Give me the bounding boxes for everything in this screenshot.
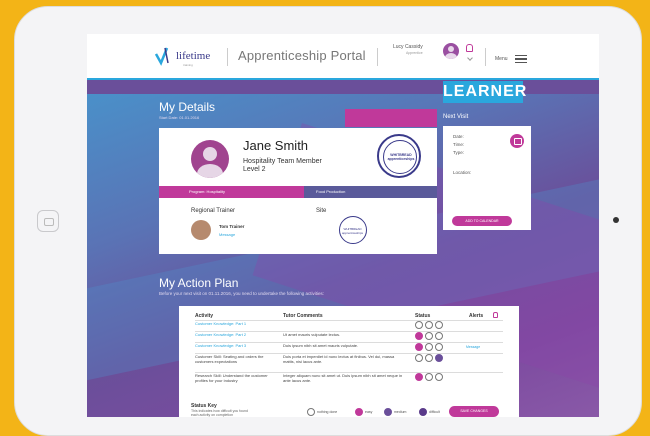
- details-card: Jane Smith Hospitality Team Member Level…: [159, 128, 437, 254]
- site-stamp-text: WHITBREAD apprenticeships: [341, 227, 363, 235]
- header-divider: [377, 48, 378, 66]
- activity-cell[interactable]: Customer Knowledge: Part 3: [195, 343, 277, 349]
- calendar-icon[interactable]: [510, 134, 524, 148]
- student-level: Level 2: [243, 166, 266, 173]
- program-label: Program: Hospitality: [189, 189, 226, 194]
- status-radio[interactable]: [425, 343, 433, 351]
- user-role: Apprentice: [406, 51, 423, 55]
- logo-subtext: training: [183, 63, 193, 67]
- header-divider: [227, 48, 228, 66]
- employer-logo-stamp: WHITBREAD apprenticeships: [377, 134, 421, 178]
- user-name: Lucy Cassidy: [393, 44, 423, 50]
- status-radio[interactable]: [435, 343, 443, 351]
- column-header-comments: Tutor Comments: [283, 313, 323, 319]
- site-title: Site: [316, 208, 327, 214]
- trainer-message-link[interactable]: Message: [219, 232, 235, 237]
- camera-dot: [613, 217, 619, 223]
- my-details-heading: My Details: [159, 100, 216, 114]
- table-row[interactable]: Customer Knowledge: Part 1: [179, 320, 519, 331]
- trainer-avatar: [191, 220, 211, 240]
- tablet-frame: lifetime training Apprenticeship Portal …: [14, 6, 642, 436]
- hamburger-menu-icon[interactable]: [515, 55, 527, 63]
- status-radio[interactable]: [415, 354, 423, 362]
- status-radio[interactable]: [415, 343, 423, 351]
- top-bar: lifetime training Apprenticeship Portal …: [87, 34, 599, 80]
- action-plan-heading: My Action Plan: [159, 276, 239, 290]
- notifications-bell-icon[interactable]: [466, 44, 473, 52]
- activity-cell: Research Skill: Understand the customer …: [195, 373, 268, 383]
- status-radio[interactable]: [425, 354, 433, 362]
- status-dot-darkpurple-icon: [419, 408, 427, 416]
- program-tab-active[interactable]: Program: Hospitality: [159, 186, 304, 198]
- tutor-comment-cell: Duis porta et imperdiet id nunc lectus a…: [283, 354, 395, 364]
- next-visit-card: Date: Time: Type: Location: ADD TO CALEN…: [443, 126, 531, 230]
- status-radio[interactable]: [425, 373, 433, 381]
- start-date: Start Date: 01.01.2016: [159, 115, 200, 120]
- table-row[interactable]: Research Skill: Understand the customer …: [179, 372, 519, 391]
- header-divider: [485, 48, 486, 66]
- status-key-subtitle: This indicates how difficult you found e…: [191, 409, 248, 417]
- menu-label[interactable]: Menu: [495, 56, 508, 62]
- alert-message-link[interactable]: Message: [466, 345, 480, 349]
- program-tab-secondary[interactable]: Food Production: [316, 189, 345, 194]
- key-item-nothing: nothing done: [307, 408, 337, 416]
- regional-trainer-title: Regional Trainer: [191, 208, 236, 214]
- visit-date-label: Date:: [453, 134, 464, 139]
- status-radio[interactable]: [415, 332, 423, 340]
- logo[interactable]: lifetime training: [155, 46, 211, 67]
- save-changes-button[interactable]: SAVE CHANGES: [449, 406, 499, 417]
- activity-cell[interactable]: Customer Knowledge: Part 1: [195, 321, 277, 327]
- key-item-difficult: difficult: [419, 408, 440, 416]
- portal-screen: lifetime training Apprenticeship Portal …: [87, 34, 599, 417]
- logo-mark-icon: [155, 47, 169, 66]
- alerts-bell-icon: [493, 312, 498, 318]
- tutor-comment-cell: Ut amet mauris vulputate lectus.: [283, 332, 341, 337]
- status-radio[interactable]: [435, 332, 443, 340]
- status-dot-empty-icon: [307, 408, 315, 416]
- program-bar: Program: Hospitality Food Production: [159, 186, 437, 198]
- user-info[interactable]: Lucy Cassidy Apprentice: [393, 44, 423, 55]
- portal-title: Apprenticeship Portal: [238, 48, 366, 63]
- stamp-text: WHITBREAD apprenticeships: [387, 153, 415, 161]
- table-row[interactable]: Customer Skill: Seating and orders the c…: [179, 353, 519, 372]
- action-plan-card: Activity Tutor Comments Status Alerts Cu…: [179, 306, 519, 417]
- visit-time-label: Time:: [453, 142, 465, 147]
- logo-text: lifetime: [176, 50, 211, 62]
- activity-cell: Customer Skill: Seating and orders the c…: [195, 354, 264, 364]
- home-button[interactable]: [37, 210, 59, 232]
- learner-badge: LEARNER: [443, 81, 526, 103]
- site-logo-stamp: WHITBREAD apprenticeships: [339, 216, 367, 244]
- status-radio[interactable]: [435, 354, 443, 362]
- status-dot-magenta-icon: [355, 408, 363, 416]
- key-item-easy: easy: [355, 408, 372, 416]
- status-radio[interactable]: [435, 321, 443, 329]
- column-header-activity: Activity: [195, 313, 214, 319]
- student-name: Jane Smith: [243, 138, 309, 153]
- action-plan-subtitle: Before your next visit on 01.11.2016, yo…: [159, 291, 325, 296]
- key-item-medium: medium: [384, 408, 406, 416]
- activity-cell[interactable]: Customer Knowledge: Part 2: [195, 332, 277, 338]
- chevron-down-icon[interactable]: [467, 55, 473, 61]
- student-role: Hospitality Team Member: [243, 158, 322, 165]
- status-radio[interactable]: [415, 321, 423, 329]
- column-header-alerts: Alerts: [469, 313, 484, 319]
- status-dot-purple-icon: [384, 408, 392, 416]
- status-radio[interactable]: [425, 332, 433, 340]
- table-row[interactable]: Customer Knowledge: Part 2 Ut amet mauris…: [179, 331, 519, 342]
- visit-type-label: Type:: [453, 150, 465, 155]
- column-header-status: Status: [415, 313, 431, 319]
- add-to-calendar-button[interactable]: ADD TO CALENDAR: [452, 216, 512, 226]
- tutor-comment-cell: Duis ipsum nibh sit amet mauris vulputat…: [283, 343, 359, 348]
- status-radio[interactable]: [425, 321, 433, 329]
- details-accent-tab: [345, 109, 437, 127]
- student-avatar: [191, 140, 229, 178]
- status-radio[interactable]: [435, 373, 443, 381]
- tutor-comment-cell: Integer aliquam nunc sit amet ut. Duis i…: [283, 373, 403, 383]
- user-avatar[interactable]: [443, 43, 459, 59]
- visit-location-label: Location:: [453, 170, 472, 175]
- next-visit-heading: Next Visit: [443, 114, 469, 120]
- trainer-name: Tom Trainer: [219, 224, 245, 229]
- status-radio[interactable]: [415, 373, 423, 381]
- table-row[interactable]: Customer Knowledge: Part 3 Duis ipsum nib…: [179, 342, 519, 353]
